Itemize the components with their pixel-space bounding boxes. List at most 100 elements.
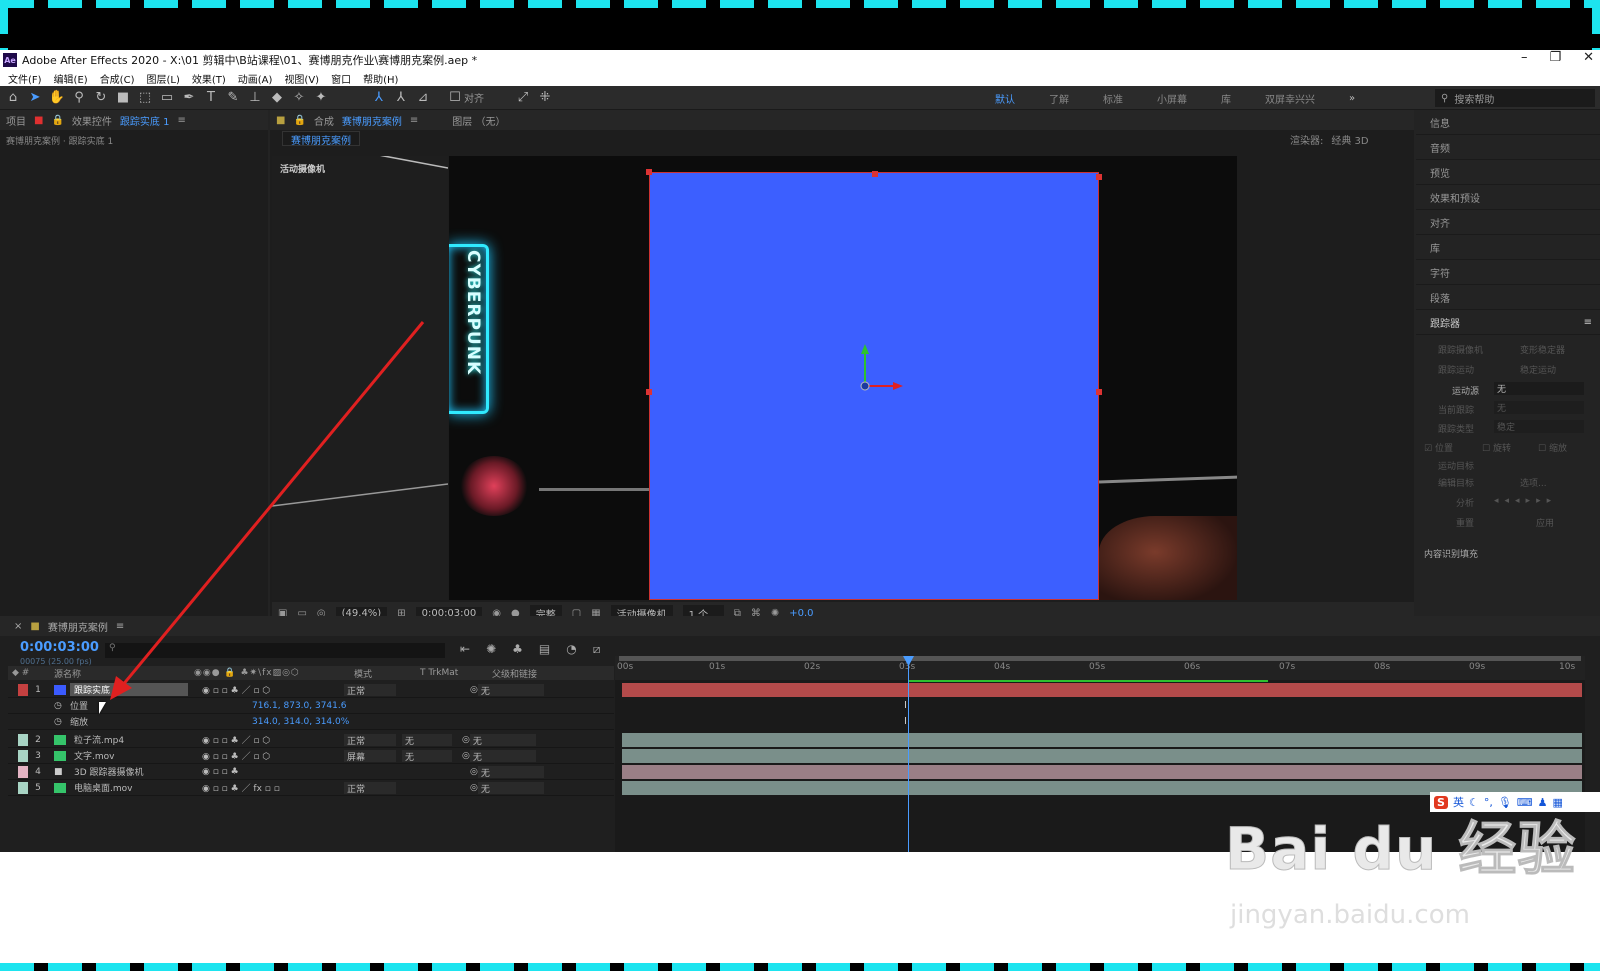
parent-select[interactable]: 无	[477, 765, 544, 779]
layer-name-particles[interactable]: 粒子流.mp4	[70, 733, 188, 746]
parent-select[interactable]: 无	[477, 781, 544, 795]
mode-header[interactable]: 模式	[354, 667, 420, 680]
draft-3d-icon[interactable]: ✺	[486, 642, 496, 657]
more-workspaces-icon[interactable]: »	[1349, 93, 1355, 104]
text-tool-icon[interactable]: T	[202, 89, 220, 107]
parent-pickwhip-icon[interactable]: ◎	[470, 685, 478, 695]
menu-composition[interactable]: 合成(C)	[100, 71, 135, 86]
layer-mode-select[interactable]: 正常	[344, 781, 396, 795]
menu-layer[interactable]: 图层(L)	[146, 71, 179, 86]
timeline-search-input[interactable]: ⚲	[105, 643, 445, 658]
brush-tool-icon[interactable]: ✎	[224, 89, 242, 107]
menu-animation[interactable]: 动画(A)	[238, 71, 273, 86]
panel-menu-icon[interactable]: ≡	[116, 621, 124, 632]
trkmat-select[interactable]: 无	[402, 733, 452, 747]
workspace-standard[interactable]: 标准	[1103, 91, 1123, 106]
layer-bar-text[interactable]	[622, 749, 1582, 763]
panel-menu-icon[interactable]: ≡	[410, 115, 418, 126]
workspace-library[interactable]: 库	[1221, 91, 1231, 106]
scale-value[interactable]: 314.0, 314.0, 314.0%	[252, 717, 349, 727]
snap-icon[interactable]: ⤢	[514, 89, 532, 107]
workspace-default[interactable]: 默认	[995, 91, 1015, 106]
parent-header[interactable]: 父级和链接	[492, 667, 537, 680]
align-checkbox[interactable]: ☐	[446, 89, 464, 107]
layer-row-1[interactable]: 1 跟踪实底 1 ◉ ▫ ▫ ♣ ／ ▫ ⬡ 正常 ◎ 无	[8, 682, 614, 698]
track-camera-button[interactable]: 跟踪摄像机	[1438, 343, 1483, 356]
track-type-select[interactable]: 稳定	[1494, 420, 1584, 433]
tab-project[interactable]: 项目	[6, 113, 26, 128]
source-name-header[interactable]: 源名称	[54, 667, 194, 680]
camera-tool-icon[interactable]: ■	[114, 89, 132, 107]
clone-tool-icon[interactable]: ⊥	[246, 89, 264, 107]
shy-icon[interactable]: ♣	[512, 642, 523, 657]
renderer-value[interactable]: 经典 3D	[1331, 132, 1368, 147]
panel-menu-icon[interactable]: ≡	[177, 115, 185, 126]
pen-tool-icon[interactable]: ✒	[180, 89, 198, 107]
layer-switches[interactable]: ◉ ▫ ▫ ♣ ／ fx ▫ ▫	[188, 781, 338, 794]
motion-source-select[interactable]: 无	[1494, 382, 1584, 395]
warp-stabilizer-button[interactable]: 变形稳定器	[1520, 343, 1565, 356]
timeline-timecode[interactable]: 0:00:03:00	[20, 640, 99, 655]
layer-mode-select[interactable]: 正常	[344, 733, 396, 747]
options-button[interactable]: 选项...	[1520, 476, 1547, 489]
rotate-tool-icon[interactable]: ↻	[92, 89, 110, 107]
reset-button[interactable]: 重置	[1456, 516, 1474, 529]
panel-library[interactable]: 库	[1416, 235, 1600, 260]
tab-composition[interactable]: 赛博朋克案例	[342, 113, 402, 128]
menu-help[interactable]: 帮助(H)	[363, 71, 398, 86]
solid-handle-mr[interactable]	[1096, 389, 1102, 395]
layer-mode-select[interactable]: 屏幕	[344, 749, 396, 763]
eraser-tool-icon[interactable]: ◆	[268, 89, 286, 107]
motion-blur-icon[interactable]: ◔	[566, 642, 576, 657]
content-aware-fill-panel[interactable]: 内容识别填充	[1424, 547, 1478, 560]
layer-row-4[interactable]: 4 ■ 3D 跟踪器摄像机 ◉ ▫ ▫ ♣ ◎ 无	[8, 764, 614, 780]
layer-name-solid[interactable]: 跟踪实底 1	[70, 683, 188, 696]
layer-bar-camera[interactable]	[622, 765, 1582, 779]
layer-name-text[interactable]: 文字.mov	[70, 749, 188, 762]
position-value[interactable]: 716.1, 873.0, 3741.6	[252, 701, 346, 711]
layer-switches[interactable]: ◉ ▫ ▫ ♣ ／ ▫ ⬡	[188, 683, 338, 696]
tab-layer[interactable]: 图层 （无）	[452, 113, 505, 128]
panel-tracker[interactable]: 跟踪器 ≡	[1416, 310, 1600, 335]
rectangle-tool-icon[interactable]: ▭	[158, 89, 176, 107]
selection-tool-icon[interactable]: ➤	[26, 89, 44, 107]
close-button[interactable]: ✕	[1583, 50, 1594, 65]
current-time-indicator[interactable]	[908, 660, 909, 852]
solid-handle-tl[interactable]	[646, 169, 652, 175]
panel-info[interactable]: 信息	[1416, 110, 1600, 135]
parent-pickwhip-icon[interactable]: ◎	[470, 783, 478, 793]
layer-name-desktop[interactable]: 电脑桌面.mov	[70, 781, 188, 794]
roto-tool-icon[interactable]: ✧	[290, 89, 308, 107]
solid-handle-tr[interactable]	[1096, 174, 1102, 180]
current-track-select[interactable]: 无	[1494, 401, 1584, 414]
comp-flowchart-icon[interactable]: ⇤	[460, 642, 470, 657]
layer-row-5[interactable]: 5 电脑桌面.mov ◉ ▫ ▫ ♣ ／ fx ▫ ▫ 正常 ◎ 无	[8, 780, 614, 796]
menu-window[interactable]: 窗口	[331, 71, 351, 86]
pan-behind-tool-icon[interactable]: ⬚	[136, 89, 154, 107]
tab-effects-controls[interactable]: 效果控件	[72, 113, 112, 128]
menu-effect[interactable]: 效果(T)	[192, 71, 226, 86]
layer-switches[interactable]: ◉ ▫ ▫ ♣	[188, 767, 338, 777]
stabilize-motion-button[interactable]: 稳定运动	[1520, 363, 1556, 376]
layer-mode-select[interactable]: 正常	[344, 683, 396, 697]
layer-switches[interactable]: ◉ ▫ ▫ ♣ ／ ▫ ⬡	[188, 733, 338, 746]
scale-keyframe-icon[interactable]: I	[904, 716, 907, 727]
zoom-tool-icon[interactable]: ⚲	[70, 89, 88, 107]
trkmat-select[interactable]: 无	[402, 749, 452, 763]
minimize-button[interactable]: –	[1521, 50, 1528, 65]
panel-menu-icon[interactable]: ≡	[1584, 317, 1592, 328]
3d-axis-gizmo-icon[interactable]	[847, 342, 907, 402]
graph-editor-icon[interactable]: ⧄	[593, 642, 601, 657]
menu-file[interactable]: 文件(F)	[8, 71, 42, 86]
trkmat-header[interactable]: T TrkMat	[420, 668, 492, 678]
menu-edit[interactable]: 编辑(E)	[54, 71, 88, 86]
stopwatch-icon[interactable]: ◷	[8, 717, 62, 727]
layer-bar-solid[interactable]	[622, 683, 1582, 697]
panel-paragraph[interactable]: 段落	[1416, 285, 1600, 310]
position-checkbox[interactable]: ☑ 位置	[1424, 441, 1453, 454]
edit-target-button[interactable]: 编辑目标	[1438, 476, 1474, 489]
parent-select[interactable]: 无	[469, 749, 536, 763]
time-ruler[interactable]: 00s 01s 02s 03s 04s 05s 06s 07s 08s 09s …	[615, 656, 1585, 680]
parent-select[interactable]: 无	[469, 733, 536, 747]
layer-label-color[interactable]	[18, 765, 28, 778]
